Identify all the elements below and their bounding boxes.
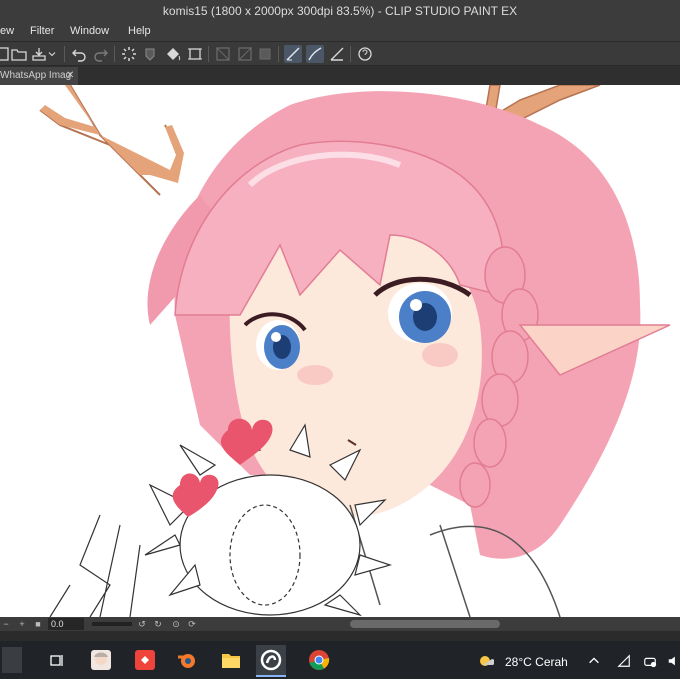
zoom-slider[interactable]	[92, 622, 132, 626]
blush-left	[297, 365, 333, 385]
selection-icon[interactable]	[214, 45, 232, 63]
menu-filter[interactable]: Filter	[30, 25, 54, 37]
toolbar-divider	[350, 46, 351, 62]
open-icon[interactable]	[10, 45, 28, 63]
blender-icon[interactable]	[176, 649, 198, 671]
zoom-value[interactable]: 0.0	[48, 618, 84, 630]
antler-left-branch	[100, 125, 184, 183]
windows-taskbar: 28°C Cerah	[0, 641, 680, 679]
weather-icon[interactable]	[478, 653, 494, 669]
transform-icon[interactable]	[186, 45, 204, 63]
menu-view[interactable]: ew	[0, 25, 14, 37]
toolbar-divider	[64, 46, 65, 62]
antler-left-fill	[40, 85, 100, 135]
undo-icon[interactable]	[70, 45, 88, 63]
reset-icon[interactable]: ⊙	[170, 618, 182, 630]
loading-icon[interactable]	[120, 45, 138, 63]
status-bar: − + ■ 0.0 ↺ ↻ ⊙ ⟳	[0, 617, 680, 631]
window-title: komis15 (1800 x 2000px 300dpi 83.5%) - C…	[162, 4, 518, 18]
rotate-left-icon[interactable]: ↺	[136, 618, 148, 630]
anime-app-icon[interactable]	[90, 649, 112, 671]
chevron-up-icon[interactable]	[586, 653, 602, 669]
pen-icon[interactable]	[306, 45, 324, 63]
network-icon[interactable]	[642, 653, 658, 669]
fill-icon[interactable]	[142, 45, 160, 63]
document-tabs: WhatsApp Imag ✕	[0, 66, 680, 85]
artwork	[39, 85, 671, 617]
command-bar	[0, 41, 680, 66]
menu-window[interactable]: Window	[70, 25, 109, 37]
taskview-icon[interactable]	[46, 649, 68, 671]
title-bar: komis15 (1800 x 2000px 300dpi 83.5%) - C…	[0, 0, 680, 22]
selection-invert-icon[interactable]	[256, 45, 274, 63]
brush-icon[interactable]	[284, 45, 302, 63]
file-explorer-icon[interactable]	[220, 649, 242, 671]
app-window: komis15 (1800 x 2000px 300dpi 83.5%) - C…	[0, 0, 680, 679]
wifi-icon[interactable]	[616, 653, 632, 669]
bucket-icon[interactable]	[164, 45, 182, 63]
weather-text[interactable]: 28°C Cerah	[505, 655, 568, 669]
help-icon[interactable]	[356, 45, 374, 63]
rotate-right-icon[interactable]: ↻	[152, 618, 164, 630]
tab-label: WhatsApp Imag	[0, 70, 72, 81]
chevron-down-icon[interactable]	[46, 45, 58, 63]
menu-bar: ew Filter Window Help	[0, 22, 680, 41]
blush-right	[422, 343, 458, 367]
flip-icon[interactable]: ⟳	[186, 618, 198, 630]
stop-icon[interactable]: ■	[32, 618, 44, 630]
toolbar-divider	[278, 46, 279, 62]
volume-icon[interactable]	[666, 653, 680, 669]
zoom-in-icon[interactable]: +	[16, 618, 28, 630]
menu-help[interactable]: Help	[128, 25, 151, 37]
chrome-icon[interactable]	[308, 649, 330, 671]
toolbar-divider	[114, 46, 115, 62]
window-gap	[0, 631, 680, 641]
clip-studio-icon[interactable]	[256, 645, 286, 677]
selection-clear-icon[interactable]	[236, 45, 254, 63]
ruler-icon[interactable]	[328, 45, 346, 63]
redo-icon[interactable]	[92, 45, 110, 63]
drawing-canvas[interactable]	[0, 85, 680, 617]
close-icon[interactable]: ✕	[66, 70, 74, 81]
zoom-out-icon[interactable]: −	[0, 618, 12, 630]
toolbar-divider	[208, 46, 209, 62]
anydesk-icon[interactable]	[134, 649, 156, 671]
horizontal-scrollbar[interactable]	[350, 620, 500, 628]
search-box-edge[interactable]	[2, 647, 22, 673]
